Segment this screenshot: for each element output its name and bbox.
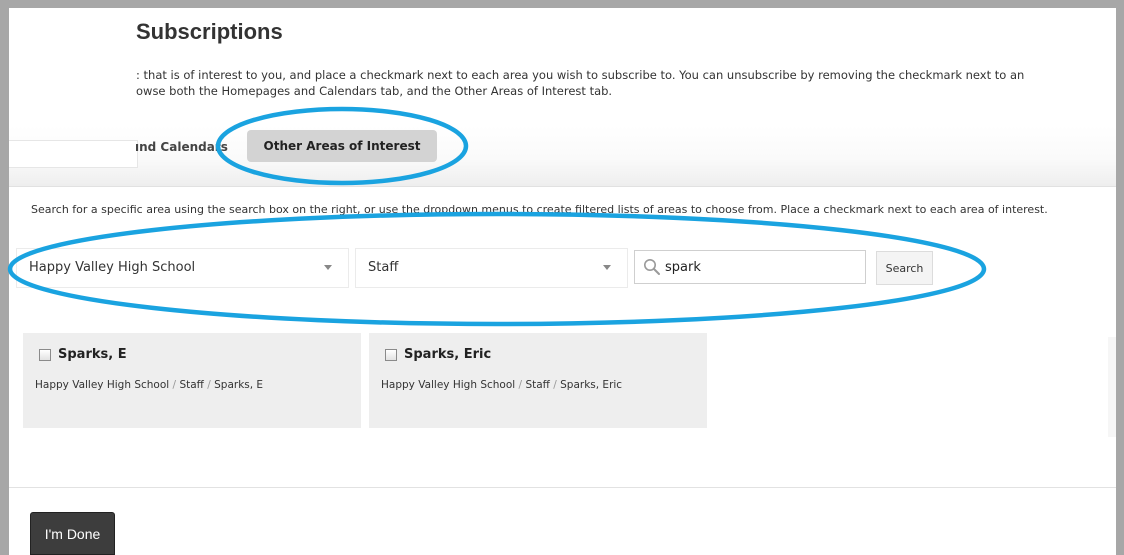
path-category: Staff bbox=[179, 379, 204, 391]
page-title: Subscriptions bbox=[136, 19, 283, 44]
caret-down-icon bbox=[324, 265, 332, 270]
intro-text: : that is of interest to you, and place … bbox=[136, 67, 1111, 99]
subscribe-checkbox[interactable] bbox=[39, 349, 51, 361]
filter-description: Search for a specific area using the sea… bbox=[31, 203, 1048, 216]
tab-other-areas-of-interest[interactable]: Other Areas of Interest bbox=[247, 130, 437, 162]
path-separator: / bbox=[207, 379, 211, 391]
site-select[interactable]: Happy Valley High School bbox=[16, 248, 349, 288]
im-done-button[interactable]: I'm Done bbox=[30, 512, 115, 555]
subscribe-checkbox[interactable] bbox=[385, 349, 397, 361]
result-path: Happy Valley High School / Staff / Spark… bbox=[381, 379, 622, 391]
site-select-value: Happy Valley High School bbox=[29, 260, 196, 275]
path-site: Happy Valley High School bbox=[35, 379, 170, 391]
tab-homepages-calendars-box[interactable] bbox=[9, 140, 138, 168]
category-select[interactable]: Staff bbox=[355, 248, 628, 288]
footer-divider bbox=[9, 487, 1116, 488]
path-separator: / bbox=[553, 379, 557, 391]
result-name: Sparks, Eric bbox=[404, 347, 492, 362]
tab-strip bbox=[9, 126, 1116, 187]
search-input[interactable] bbox=[665, 252, 860, 282]
search-icon bbox=[644, 259, 660, 275]
path-category: Staff bbox=[525, 379, 550, 391]
search-button[interactable]: Search bbox=[876, 251, 933, 285]
path-site: Happy Valley High School bbox=[381, 379, 516, 391]
result-card-sparks-eric: Sparks, Eric Happy Valley High School / … bbox=[369, 333, 707, 428]
scroll-edge bbox=[1108, 337, 1116, 437]
intro-line-2: owse both the Homepages and Calendars ta… bbox=[136, 84, 613, 98]
path-area: Sparks, E bbox=[214, 379, 264, 391]
caret-down-icon bbox=[603, 265, 611, 270]
path-separator: / bbox=[518, 379, 523, 391]
result-name: Sparks, E bbox=[58, 347, 127, 362]
category-select-value: Staff bbox=[368, 260, 399, 275]
path-separator: / bbox=[172, 379, 177, 391]
result-path: Happy Valley High School / Staff / Spark… bbox=[35, 379, 263, 391]
result-card-sparks-e: Sparks, E Happy Valley High School / Sta… bbox=[23, 333, 361, 428]
tab-homepages-calendars[interactable]: ınd Calendars bbox=[135, 140, 228, 154]
path-area: Sparks, Eric bbox=[560, 379, 623, 391]
intro-line-1: : that is of interest to you, and place … bbox=[136, 68, 1025, 82]
search-field[interactable] bbox=[634, 250, 866, 284]
